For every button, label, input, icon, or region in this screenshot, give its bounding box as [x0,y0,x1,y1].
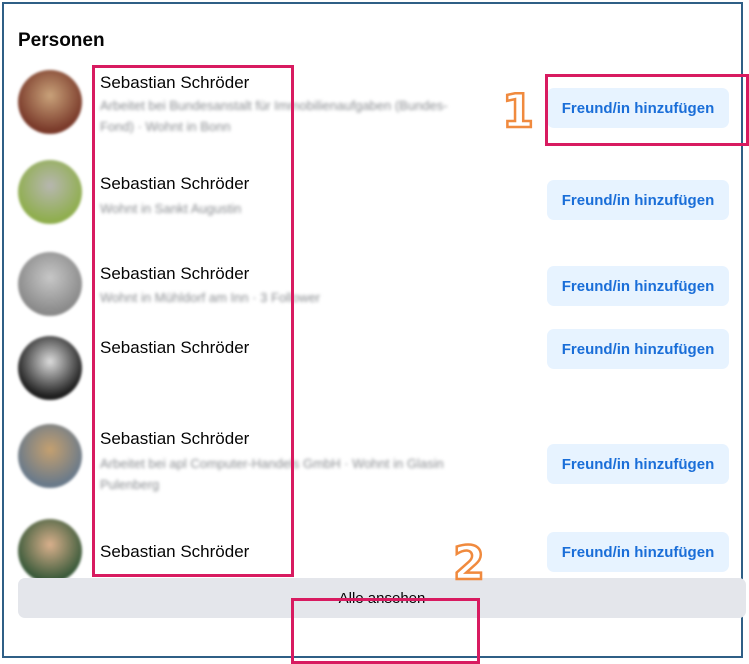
add-friend-button[interactable]: Freund/in hinzufügen [547,266,729,306]
add-friend-button[interactable]: Freund/in hinzufügen [547,532,729,572]
annotation-number-2: 2 [452,535,487,592]
avatar[interactable] [18,70,82,134]
add-friend-button[interactable]: Freund/in hinzufügen [547,180,729,220]
section-title: Personen [18,30,105,51]
add-friend-button[interactable]: Freund/in hinzufügen [547,444,729,484]
avatar[interactable] [18,519,82,583]
avatar[interactable] [18,160,82,224]
highlight-box-add-friend [545,74,749,146]
avatar[interactable] [18,336,82,400]
highlight-box-names [92,65,294,577]
avatar[interactable] [18,252,82,316]
annotation-number-1: 1 [501,83,536,140]
avatar[interactable] [18,424,82,488]
add-friend-button[interactable]: Freund/in hinzufügen [547,329,729,369]
highlight-box-see-all [291,598,480,664]
